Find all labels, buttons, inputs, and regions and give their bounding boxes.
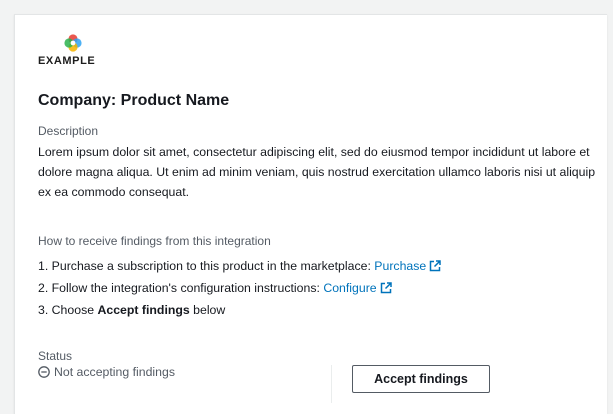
status-value: Not accepting findings — [38, 365, 175, 379]
external-link-icon — [429, 257, 441, 279]
step-accept-prefix: 3. Choose — [38, 303, 98, 317]
steps-list: 1. Purchase a subscription to this produ… — [38, 255, 441, 321]
step-purchase: 1. Purchase a subscription to this produ… — [38, 255, 441, 277]
step-accept-suffix: below — [189, 303, 226, 317]
external-link-icon — [380, 279, 392, 301]
brand-logo-text: EXAMPLE — [38, 55, 96, 67]
description-label: Description — [38, 124, 99, 138]
colorful-ring-logo-icon — [62, 32, 84, 54]
status-divider — [331, 365, 332, 403]
brand-logo: EXAMPLE — [38, 32, 108, 67]
configure-link[interactable]: Configure — [323, 281, 392, 295]
step-accept-bold: Accept findings — [97, 303, 190, 317]
step-accept: 3. Choose Accept findings below — [38, 299, 441, 321]
status-label: Status — [38, 349, 73, 363]
purchase-link[interactable]: Purchase — [374, 259, 441, 273]
product-title: Company: Product Name — [38, 92, 230, 109]
step-purchase-text: 1. Purchase a subscription to this produ… — [38, 259, 375, 273]
step-configure-text: 2. Follow the integration's configuratio… — [38, 281, 324, 295]
howto-label: How to receive findings from this integr… — [38, 234, 271, 248]
step-configure: 2. Follow the integration's configuratio… — [38, 277, 441, 299]
integration-card: EXAMPLE Company: Product Name Descriptio… — [14, 14, 607, 414]
accept-findings-button[interactable]: Accept findings — [352, 365, 490, 393]
purchase-link-label: Purchase — [374, 259, 427, 273]
status-value-text: Not accepting findings — [54, 365, 175, 379]
configure-link-label: Configure — [323, 281, 377, 295]
description-text: Lorem ipsum dolor sit amet, consectetur … — [38, 145, 596, 199]
minus-circle-icon — [38, 366, 50, 378]
